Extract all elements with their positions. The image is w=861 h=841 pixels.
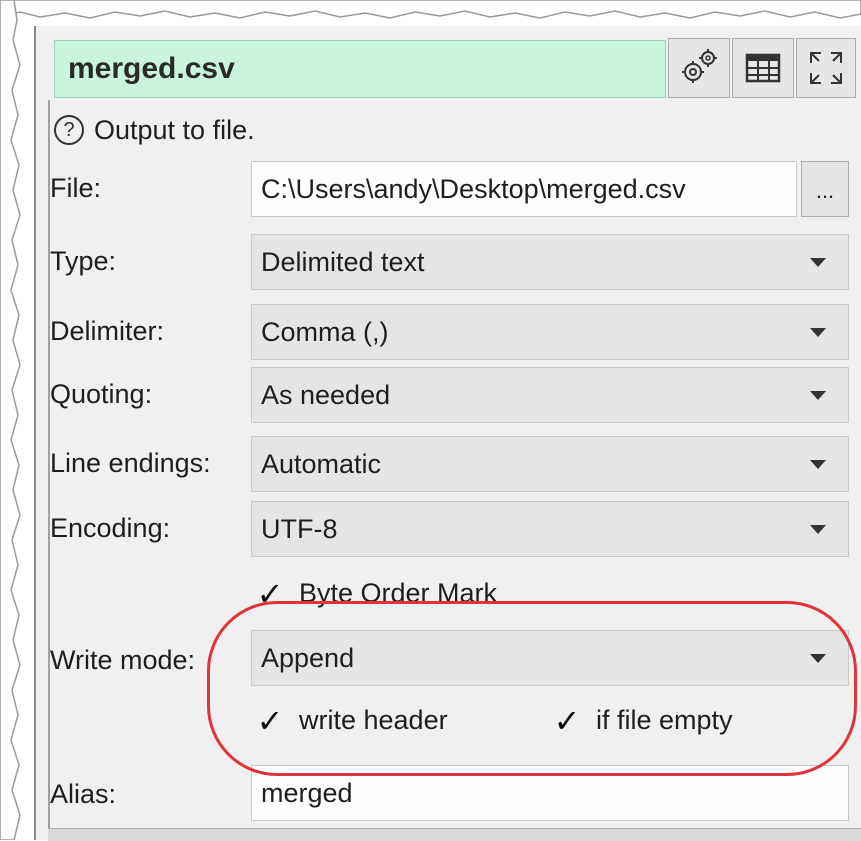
table-icon — [745, 53, 781, 83]
help-text: Output to file. — [94, 114, 255, 145]
gear-icon — [682, 49, 717, 83]
settings-button[interactable] — [668, 38, 730, 98]
quoting-label: Quoting: — [50, 379, 153, 409]
checkmark-icon: ✓ — [256, 702, 284, 739]
write-mode-select[interactable]: Append — [251, 630, 849, 686]
chevron-down-icon — [810, 391, 826, 400]
item-title-field[interactable]: merged.csv — [54, 40, 666, 98]
file-path-value: C:\Users\andy\Desktop\merged.csv — [261, 173, 686, 204]
file-label: File: — [50, 173, 102, 203]
line-endings-label: Line endings: — [50, 448, 211, 478]
chevron-down-icon — [810, 525, 826, 534]
bottom-strip — [48, 828, 861, 841]
delimiter-label: Delimiter: — [50, 316, 165, 346]
alias-value: merged — [261, 777, 353, 808]
write-header-checkbox[interactable]: ✓ write header — [255, 702, 448, 739]
line-endings-value: Automatic — [261, 448, 382, 479]
chevron-down-icon — [810, 654, 826, 663]
write-mode-value: Append — [261, 642, 355, 673]
delimiter-select[interactable]: Comma (,) — [251, 304, 849, 360]
file-path-input[interactable]: C:\Users\andy\Desktop\merged.csv — [251, 161, 797, 217]
browse-label: ... — [815, 178, 835, 203]
checkmark-icon: ✓ — [553, 702, 581, 739]
torn-edge-left — [0, 0, 21, 840]
encoding-value: UTF-8 — [261, 513, 338, 544]
type-select[interactable]: Delimited text — [251, 234, 849, 290]
alias-label: Alias: — [50, 779, 117, 809]
encoding-label: Encoding: — [50, 513, 171, 543]
type-value: Delimited text — [261, 246, 425, 277]
delimiter-value: Comma (,) — [261, 316, 389, 347]
write-header-label: write header — [299, 705, 448, 735]
maximize-button[interactable] — [796, 38, 856, 98]
checkmark-icon: ✓ — [256, 575, 284, 612]
if-file-empty-checkbox[interactable]: ✓ if file empty — [552, 702, 733, 739]
question-circle-icon[interactable]: ? — [54, 115, 84, 145]
bom-checkbox[interactable]: ✓ Byte Order Mark — [255, 575, 498, 612]
line-endings-select[interactable]: Automatic — [251, 436, 849, 492]
table-view-button[interactable] — [732, 38, 794, 98]
chevron-down-icon — [810, 328, 826, 337]
quoting-select[interactable]: As needed — [251, 367, 849, 423]
encoding-select[interactable]: UTF-8 — [251, 501, 849, 557]
chevron-down-icon — [810, 460, 826, 469]
type-label: Type: — [50, 246, 117, 276]
item-title: merged.csv — [68, 52, 235, 85]
quoting-value: As needed — [261, 379, 391, 410]
chevron-down-icon — [810, 258, 826, 267]
write-mode-label: Write mode: — [50, 645, 196, 675]
bom-label: Byte Order Mark — [299, 578, 498, 608]
alias-input[interactable]: merged — [251, 765, 849, 821]
browse-button[interactable]: ... — [801, 161, 849, 217]
expand-icon — [810, 52, 842, 84]
help-row: ? Output to file. — [54, 108, 255, 152]
if-file-empty-label: if file empty — [596, 705, 733, 735]
